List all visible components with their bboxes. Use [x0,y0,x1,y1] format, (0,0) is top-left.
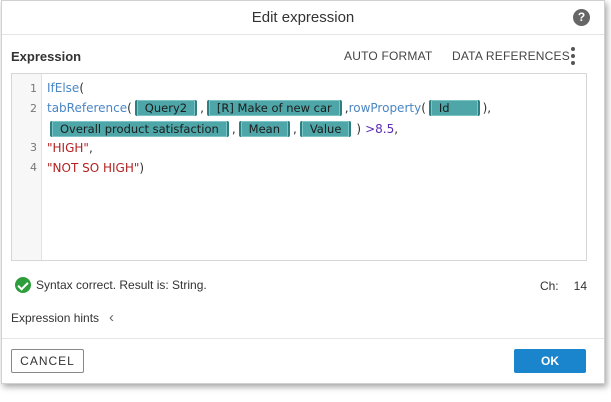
expression-editor[interactable]: 1 2 3 4 IfElse( tabReference( Query2 , [… [11,73,587,261]
footer-divider [2,338,604,339]
expression-label: Expression [11,49,82,64]
function-rowproperty: rowProperty [348,101,422,115]
comma: , [394,122,399,136]
comma: , [293,122,297,136]
status-message: Syntax correct. Result is: String. [36,278,207,292]
expression-hints-toggle[interactable]: Expression hints ‹ [11,310,114,325]
comma: , [88,141,93,155]
close-paren: ), [482,101,492,115]
function-tabreference: tabReference [47,101,128,115]
more-options-icon[interactable] [570,47,576,65]
data-reference-chip[interactable]: Id [428,100,480,116]
comma: , [200,101,204,115]
function-ifelse: IfElse [47,81,80,95]
dialog-titlebar: Edit expression ? [2,1,604,35]
help-icon[interactable]: ? [573,9,590,26]
comma: , [231,122,236,136]
number-literal: 8.5 [375,122,395,136]
ch-value: 14 [573,279,587,293]
data-references-button[interactable]: DATA REFERENCES [452,49,570,63]
close-paren: ) [356,122,362,136]
paren: ( [421,101,426,115]
code-line-4: "NOT SO HIGH") [47,161,144,175]
data-reference-chip[interactable]: Overall product satisfaction [50,121,229,137]
ch-label: Ch: [539,279,559,293]
data-reference-chip[interactable]: [R] Make of new car [206,100,342,116]
paren: ( [127,101,132,115]
paren: ( [79,81,85,95]
code-line-2: tabReference( Query2 , [R] Make of new c… [47,100,491,116]
character-position: Ch: 14 [540,279,587,293]
data-reference-chip[interactable]: Value [299,121,352,137]
auto-format-button[interactable]: AUTO FORMAT [344,49,432,63]
data-reference-chip[interactable]: Query2 [134,100,198,116]
line-number: 4 [30,161,37,174]
line-number: 1 [30,82,37,95]
line-number: 2 [30,102,37,115]
line-number-gutter: 1 2 3 4 [12,74,42,260]
close-paren: ) [139,161,145,175]
ok-button[interactable]: OK [514,349,586,373]
syntax-status: Syntax correct. Result is: String. [15,277,207,293]
string-literal: "HIGH" [47,141,89,155]
check-circle-icon [15,277,31,293]
data-reference-chip[interactable]: Mean [238,121,290,137]
expression-hints-label: Expression hints [11,311,100,325]
operator: > [365,122,376,136]
code-line-3: "HIGH", [47,141,93,155]
chevron-left-icon[interactable]: ‹ [109,310,114,325]
line-number: 3 [30,141,37,154]
code-line-2-wrap: Overall product satisfaction , Mean , Va… [47,121,398,137]
code-line-1: IfElse( [47,81,84,95]
edit-expression-dialog: Edit expression ? Expression AUTO FORMAT… [1,0,605,384]
dialog-title: Edit expression [251,9,355,26]
cancel-button[interactable]: CANCEL [11,349,84,373]
string-literal: "NOT SO HIGH" [47,161,140,175]
